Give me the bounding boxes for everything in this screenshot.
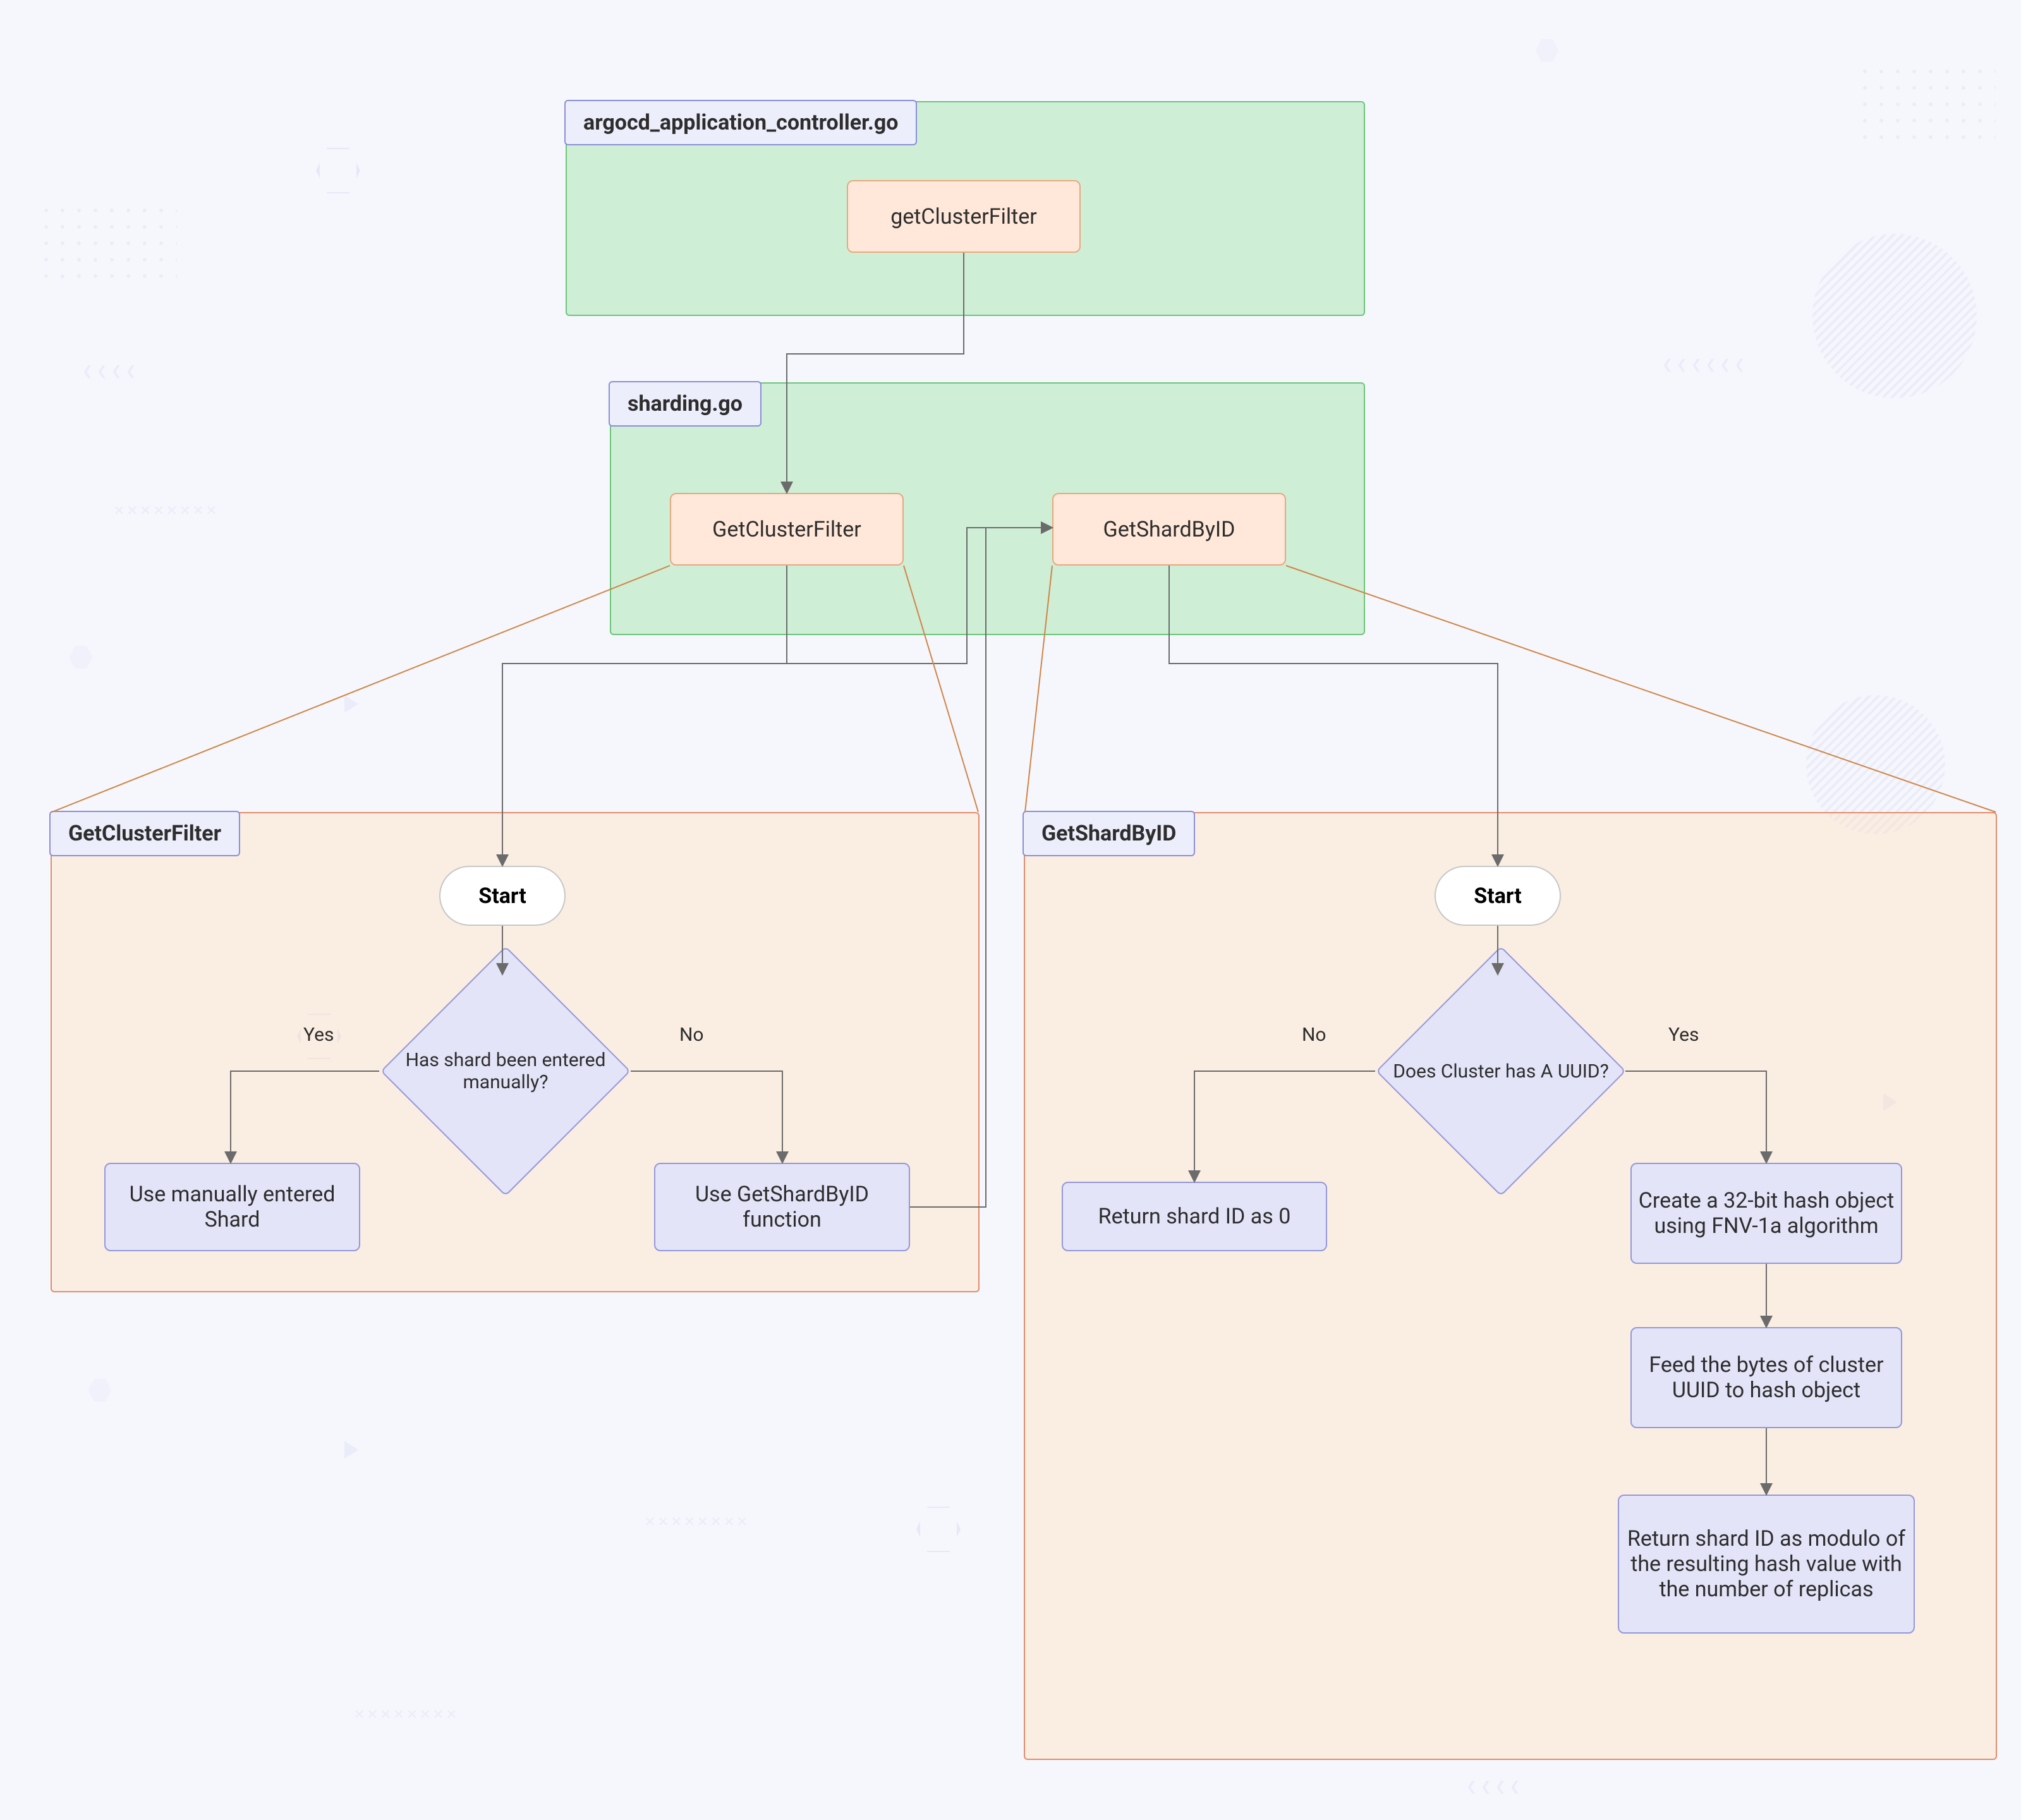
group-tag: argocd_application_controller.go: [564, 100, 917, 145]
node-hash-feed: Feed the bytes of cluster UUID to hash o…: [1630, 1327, 1902, 1428]
node-return-zero: Return shard ID as 0: [1062, 1182, 1327, 1251]
node-hash-create: Create a 32-bit hash object using FNV-1a…: [1630, 1163, 1902, 1264]
deco-chevrons: ❮❮❮❮: [1466, 1776, 1524, 1797]
node-getclusterfilter-top: getClusterFilter: [847, 180, 1081, 253]
node-start-right: Start: [1435, 866, 1561, 926]
edge-label-no-right: No: [1302, 1024, 1326, 1046]
edge-label-yes-left: Yes: [303, 1024, 334, 1046]
deco-dots: [38, 202, 177, 291]
edge-label-yes-right: Yes: [1668, 1024, 1699, 1046]
deco-xxx: ××××××××: [645, 1510, 750, 1531]
node-use-manual: Use manually entered Shard: [104, 1163, 360, 1251]
node-getclusterfilter: GetClusterFilter: [670, 493, 904, 566]
node-use-function: Use GetShardByID function: [654, 1163, 910, 1251]
deco-hexagon: [916, 1504, 961, 1555]
deco-xxx: ××××××××: [354, 1703, 459, 1724]
node-hash-return: Return shard ID as modulo of the resulti…: [1618, 1495, 1915, 1634]
deco-hexagon-small: [1536, 38, 1558, 63]
deco-triangle: [344, 695, 358, 713]
deco-triangle: [344, 1441, 358, 1459]
group-tag: GetShardByID: [1023, 811, 1195, 856]
deco-hexagon-small: [70, 645, 92, 670]
group-tag: sharding.go: [609, 381, 762, 427]
deco-xxx: ××××××××: [114, 499, 219, 520]
group-tag: GetClusterFilter: [49, 811, 240, 856]
deco-dots: [1857, 63, 1996, 152]
deco-hexagon: [316, 145, 360, 196]
decision-label-manual: Has shard been entered manually?: [392, 998, 619, 1144]
node-start-left: Start: [439, 866, 566, 926]
decision-label-uuid: Does Cluster has A UUID?: [1387, 1011, 1615, 1131]
node-getshardbyid: GetShardByID: [1052, 493, 1286, 566]
deco-circle: [1812, 234, 1977, 398]
deco-chevrons: ❮❮❮❮❮❮: [1662, 354, 1749, 375]
edge-label-no-left: No: [679, 1024, 704, 1046]
deco-hexagon-small: [88, 1378, 111, 1403]
deco-chevrons: ❮❮❮❮: [82, 360, 140, 381]
